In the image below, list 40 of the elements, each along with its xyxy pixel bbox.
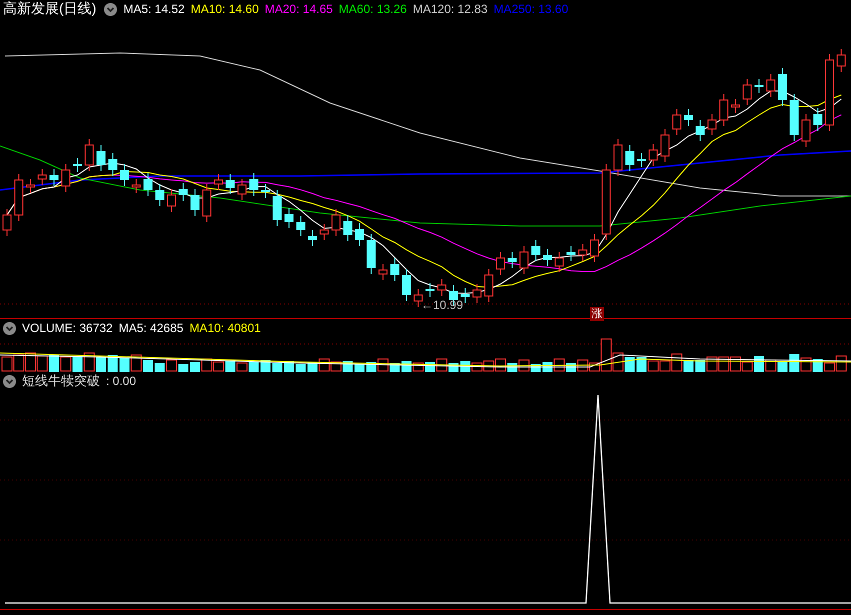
volume-bar xyxy=(624,357,635,372)
volume-bar xyxy=(248,362,259,372)
volume-bar xyxy=(96,357,106,372)
volume-bar xyxy=(778,361,788,372)
volume-bar xyxy=(695,360,706,372)
legend-value: MA20: 14.65 xyxy=(264,2,333,16)
legend-value: MA10: 40801 xyxy=(189,321,261,335)
volume-bar xyxy=(36,356,48,372)
legend-value: MA5: 42685 xyxy=(118,321,184,335)
legend-value: MA60: 13.26 xyxy=(338,2,407,16)
volume-bar xyxy=(225,361,236,372)
volume-bar xyxy=(154,363,165,372)
volume-bar xyxy=(648,360,659,372)
volume-bar xyxy=(84,352,95,372)
legend-value: MA10: 14.60 xyxy=(190,2,259,16)
rise-badge: 涨 xyxy=(590,307,604,321)
volume-bar xyxy=(143,360,153,372)
volume-bar xyxy=(120,358,130,372)
chevron-down-icon[interactable] xyxy=(3,322,16,334)
chart-title: 高新发展(日线) xyxy=(3,0,96,18)
chevron-down-icon[interactable] xyxy=(3,374,16,388)
volume-bar xyxy=(72,356,82,372)
volume-bar xyxy=(236,362,248,372)
volume-bar xyxy=(190,362,200,372)
legend-value: VOLUME: 36732 xyxy=(22,321,113,335)
volume-bar xyxy=(25,352,36,372)
legend-value: MA250: 13.60 xyxy=(494,2,568,16)
volume-bar xyxy=(272,363,282,372)
low-price-label: ←10.99 xyxy=(421,298,464,312)
volume-bar xyxy=(296,364,306,372)
indicator-title: 短线牛犊突破 xyxy=(22,372,100,390)
legend-value: MA120: 12.83 xyxy=(412,2,488,16)
volume-bar xyxy=(636,357,646,372)
volume-bar xyxy=(49,355,59,372)
chevron-down-icon[interactable] xyxy=(104,2,118,16)
legend-value: MA5: 14.52 xyxy=(123,2,185,16)
volume-bar xyxy=(60,356,72,372)
volume-bar xyxy=(13,354,24,372)
indicator-value: : 0.00 xyxy=(106,374,136,388)
volume-bar xyxy=(213,362,224,372)
